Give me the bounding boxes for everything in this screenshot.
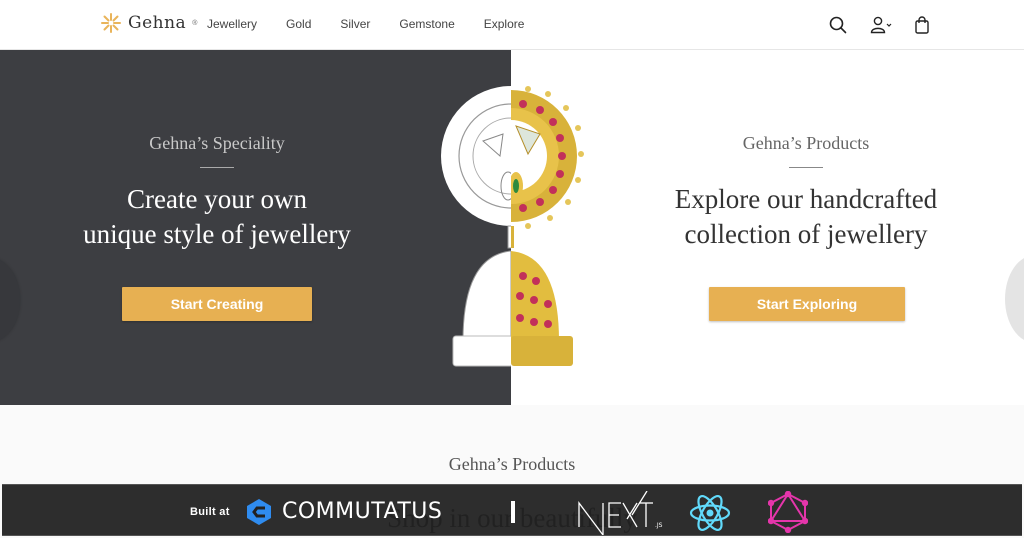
main-nav: Jewellery Gold Silver Gemstone Explore (207, 17, 553, 31)
separator (511, 501, 515, 523)
nav-item-jewellery[interactable]: Jewellery (207, 17, 257, 31)
user-icon (870, 16, 892, 34)
chevron-down-icon (886, 23, 892, 27)
products-eyebrow: Gehna’s Products (448, 454, 576, 474)
jhumka-earring-illustration (441, 86, 584, 367)
nav-item-gemstone[interactable]: Gemstone (399, 17, 454, 31)
nextjs-suffix: .JS (655, 522, 663, 529)
built-at-label: Built at (190, 506, 230, 518)
hero-right-divider (789, 167, 823, 168)
site-header: Gehna ® Jewellery Gold Silver Gemstone Ex… (0, 0, 1024, 50)
search-button[interactable] (828, 15, 848, 35)
hero-left-headline-line1: Create your own (127, 184, 307, 214)
brand-logo[interactable]: Gehna ® (100, 12, 197, 34)
start-exploring-button[interactable]: Start Exploring (709, 287, 905, 321)
nav-item-gold[interactable]: Gold (286, 17, 311, 31)
built-at-banner: Built at COMMUTATUS .JS (2, 484, 1022, 536)
search-icon (829, 16, 847, 34)
account-menu-button[interactable] (870, 15, 896, 35)
shopping-bag-icon (915, 16, 929, 34)
hero-right-eyebrow: Gehna’s Products (742, 133, 870, 153)
nextjs-logo-icon[interactable]: .JS (577, 491, 667, 535)
nav-item-silver[interactable]: Silver (340, 17, 370, 31)
commutatus-logo-icon[interactable] (245, 498, 273, 526)
hero-left-eyebrow: Gehna’s Speciality (149, 133, 285, 153)
commutatus-wordmark[interactable]: COMMUTATUS (282, 499, 442, 524)
brand-name: Gehna (128, 13, 187, 33)
graphql-logo-icon[interactable] (768, 491, 808, 533)
hero-left-headline: Create your own unique style of jeweller… (7, 182, 427, 252)
hero-left-divider (200, 167, 234, 168)
shopping-bag-button[interactable] (912, 15, 932, 35)
start-creating-button[interactable]: Start Creating (122, 287, 312, 321)
hero-left-headline-line2: unique style of jewellery (83, 219, 351, 249)
hero-right-headline-line1: Explore our handcrafted (674, 184, 938, 214)
sunburst-icon (101, 13, 121, 33)
brand-registered-mark: ® (192, 19, 198, 27)
header-actions (828, 15, 932, 35)
nav-item-explore[interactable]: Explore (484, 17, 525, 31)
react-logo-icon[interactable] (689, 493, 731, 533)
hero-right-headline: Explore our handcrafted collection of je… (596, 182, 1016, 252)
hero-right-headline-line2: collection of jewellery (684, 219, 928, 249)
